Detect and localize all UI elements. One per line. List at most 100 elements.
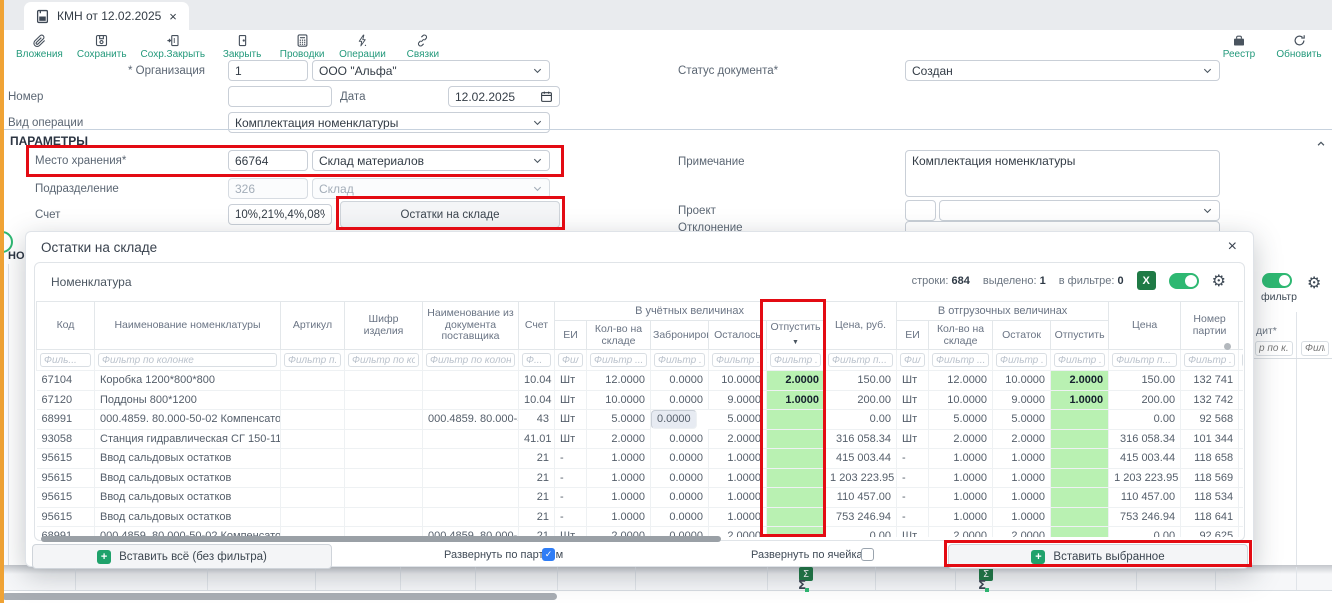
table-cell[interactable]: 110 457.00 <box>825 488 897 508</box>
table-cell[interactable] <box>423 429 519 449</box>
status-select[interactable]: Создан <box>905 60 1220 81</box>
table-cell[interactable]: 1.0000 <box>587 449 651 469</box>
column-header[interactable]: Цена <box>1109 302 1181 350</box>
extra-filter-input[interactable] <box>1301 341 1329 356</box>
table-cell[interactable]: 11 <box>1239 488 1243 508</box>
table-cell[interactable]: 1.0000 <box>587 507 651 527</box>
table-cell[interactable]: - <box>897 488 929 508</box>
modal-close-icon[interactable]: × <box>1228 238 1237 256</box>
table-cell[interactable]: 1 203 223.95 <box>1109 468 1181 488</box>
column-header[interactable]: Осталось <box>709 321 767 350</box>
table-cell[interactable]: Ввод сальдовых остатков <box>95 449 281 469</box>
table-cell[interactable]: 1.0000 <box>587 488 651 508</box>
table-cell[interactable]: 10.0000 <box>993 371 1051 391</box>
column-filter-input[interactable] <box>98 353 277 367</box>
table-cell[interactable] <box>1051 468 1109 488</box>
close-button[interactable]: Закрыть <box>219 33 265 60</box>
table-cell[interactable]: 000.4859. 80.000-50-02 Компенсатор <box>95 410 281 430</box>
column-header[interactable]: Остаток <box>993 321 1051 350</box>
table-cell[interactable] <box>345 507 423 527</box>
column-header[interactable]: Счет <box>519 302 555 350</box>
table-cell[interactable] <box>1051 410 1109 430</box>
table-cell[interactable]: 2.0000 <box>1051 371 1109 391</box>
refresh-button[interactable]: Обновить <box>1276 33 1322 60</box>
table-cell[interactable]: 12.0000 <box>929 371 993 391</box>
table-cell[interactable]: 1.0000 <box>1051 390 1109 410</box>
table-cell[interactable]: 1.0000 <box>993 488 1051 508</box>
tab-kmn-document[interactable]: КМН от 12.02.2025 × <box>24 2 189 30</box>
note-textarea[interactable]: Комплектация номенклатуры <box>905 150 1220 197</box>
expand-by-batches-checkbox[interactable]: ✓ <box>542 548 555 561</box>
table-cell[interactable]: 132 742 <box>1181 390 1239 410</box>
table-cell[interactable]: 21 <box>519 488 555 508</box>
table-cell[interactable]: Шт <box>555 371 587 391</box>
table-row[interactable]: 95615Ввод сальдовых остатков21-1.00000.0… <box>37 468 1244 488</box>
column-filter-input[interactable] <box>1112 353 1177 367</box>
operations-button[interactable]: Операции <box>339 33 386 60</box>
table-cell[interactable]: Станция гидравлическая СГ 150-11-30 <box>95 429 281 449</box>
table-cell[interactable]: 5.0000 <box>993 410 1051 430</box>
table-cell[interactable]: 2.0000 <box>993 429 1051 449</box>
table-cell[interactable]: 1.0000 <box>767 390 825 410</box>
table-cell[interactable]: 95615 <box>37 449 95 469</box>
column-filter-input[interactable] <box>1242 353 1243 367</box>
column-filter-input[interactable] <box>1054 353 1105 367</box>
table-cell[interactable] <box>281 449 345 469</box>
table-cell[interactable]: 415 003.44 <box>825 449 897 469</box>
column-filter-input[interactable] <box>828 353 893 367</box>
table-cell[interactable]: 5.0000 <box>929 410 993 430</box>
column-header[interactable]: Отпустить <box>1051 321 1109 350</box>
table-cell[interactable]: 21 <box>519 507 555 527</box>
project-select[interactable] <box>939 200 1220 221</box>
table-cell[interactable]: 2.0000 <box>709 429 767 449</box>
table-cell[interactable] <box>1051 449 1109 469</box>
table-cell[interactable] <box>767 488 825 508</box>
table-cell[interactable]: 0.0000 <box>651 488 709 508</box>
column-header[interactable]: Шифр изделия <box>345 302 423 350</box>
table-cell[interactable] <box>281 488 345 508</box>
table-cell[interactable]: - <box>555 468 587 488</box>
table-cell[interactable]: 1.0000 <box>587 468 651 488</box>
project-code-field[interactable] <box>905 200 936 221</box>
table-cell[interactable] <box>281 410 345 430</box>
table-cell[interactable]: 95615 <box>37 507 95 527</box>
table-cell[interactable]: 41.01 <box>519 429 555 449</box>
table-cell[interactable]: 753 246.94 <box>1109 507 1181 527</box>
table-cell[interactable]: 118 658 <box>1181 449 1239 469</box>
table-cell[interactable]: - <box>897 449 929 469</box>
table-cell[interactable] <box>423 449 519 469</box>
table-cell[interactable]: - <box>897 507 929 527</box>
table-cell[interactable]: Шт <box>897 410 929 430</box>
table-cell[interactable]: 200.00 <box>1109 390 1181 410</box>
column-header[interactable]: ЕИ <box>897 321 929 350</box>
table-cell[interactable] <box>767 468 825 488</box>
table-cell[interactable]: Шт <box>897 527 929 538</box>
save-button[interactable]: Сохранить <box>77 33 127 60</box>
table-cell[interactable]: 1.0000 <box>709 468 767 488</box>
horizontal-scrollbar[interactable] <box>2 593 557 600</box>
table-cell[interactable]: Шт <box>555 429 587 449</box>
table-cell[interactable]: 9.0000 <box>993 390 1051 410</box>
table-filter-toggle[interactable] <box>1169 273 1199 289</box>
table-cell[interactable]: 95615 <box>37 488 95 508</box>
table-cell[interactable]: 92 <box>1239 527 1243 538</box>
table-cell[interactable]: 1.0000 <box>993 449 1051 469</box>
table-cell[interactable] <box>423 507 519 527</box>
table-cell[interactable]: 2.0000 <box>929 527 993 538</box>
links-button[interactable]: Связки <box>400 33 446 60</box>
table-cell[interactable] <box>1051 429 1109 449</box>
table-cell[interactable]: 93058 <box>37 429 95 449</box>
table-cell[interactable]: 10 <box>1239 429 1243 449</box>
table-cell[interactable]: 12.0000 <box>587 371 651 391</box>
table-cell[interactable]: 10.0000 <box>709 371 767 391</box>
column-filter-input[interactable] <box>654 353 705 367</box>
save-close-button[interactable]: Сохр.Закрыть <box>141 33 206 60</box>
table-cell[interactable]: - <box>555 507 587 527</box>
table-cell[interactable]: 1.0000 <box>993 507 1051 527</box>
table-cell[interactable]: 2.0000 <box>929 429 993 449</box>
table-cell[interactable] <box>281 371 345 391</box>
table-cell[interactable]: 150.00 <box>1109 371 1181 391</box>
table-cell[interactable]: 1.0000 <box>709 507 767 527</box>
table-cell[interactable]: 1.0000 <box>929 507 993 527</box>
table-cell[interactable]: 13 <box>1239 390 1243 410</box>
